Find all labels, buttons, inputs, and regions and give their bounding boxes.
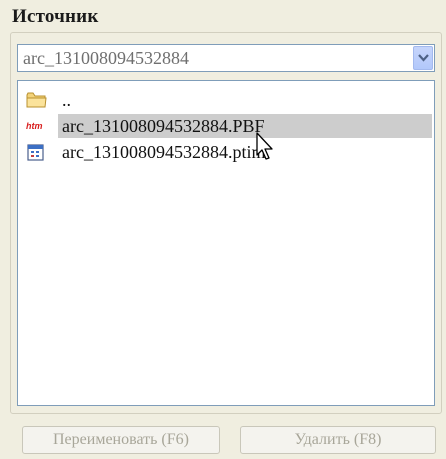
button-bar: Переименовать (F6) Удалить (F8) bbox=[0, 420, 446, 459]
list-item-label: arc_131008094532884.ptim bbox=[62, 142, 266, 162]
folder-up-icon bbox=[26, 91, 47, 109]
list-item-label: .. bbox=[62, 90, 71, 110]
delete-button[interactable]: Удалить (F8) bbox=[240, 426, 436, 454]
group-title: Источник bbox=[12, 6, 99, 27]
dropdown-button[interactable] bbox=[413, 46, 433, 70]
svg-text:htm: htm bbox=[26, 121, 43, 131]
calendar-file-icon bbox=[26, 143, 46, 161]
chevron-down-icon bbox=[418, 54, 429, 62]
list-item-selected[interactable]: htm arc_131008094532884.PBF bbox=[20, 113, 432, 139]
list-item[interactable]: .. bbox=[20, 87, 432, 113]
file-list[interactable]: .. htm arc_131008094532884.PBF arc_13100… bbox=[17, 80, 435, 406]
source-combo[interactable]: arc_131008094532884 bbox=[17, 44, 435, 72]
list-item[interactable]: arc_131008094532884.ptim bbox=[20, 139, 432, 165]
rename-button[interactable]: Переименовать (F6) bbox=[22, 426, 220, 454]
list-item-label: arc_131008094532884.PBF bbox=[62, 116, 265, 136]
mouse-cursor-icon bbox=[256, 132, 273, 160]
source-combo-value: arc_131008094532884 bbox=[23, 48, 189, 68]
htm-file-icon: htm bbox=[26, 117, 46, 135]
source-panel: Источник arc_131008094532884 .. htm arc_… bbox=[0, 0, 446, 459]
